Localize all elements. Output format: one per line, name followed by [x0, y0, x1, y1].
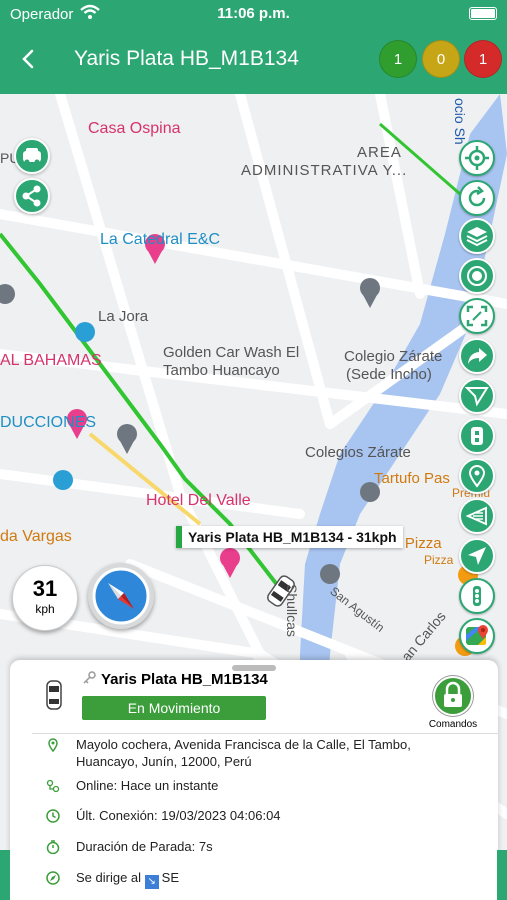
compass — [88, 563, 154, 629]
map-label: Tartufo Pas — [374, 470, 450, 487]
navigation-arrow-icon — [468, 547, 486, 565]
divider — [32, 733, 498, 734]
map-label: Colegios Zárate — [305, 444, 411, 461]
heading-text: Se dirige al ↘ SE — [76, 869, 426, 889]
crosshair-icon — [465, 146, 489, 170]
map-label: Colegio Zárate — [344, 348, 443, 365]
edge-decoration-left — [0, 850, 10, 900]
focus-frame-icon — [466, 305, 488, 327]
key-icon — [83, 671, 96, 684]
google-maps-icon — [466, 625, 488, 645]
speed-unit: kph — [35, 602, 55, 616]
page-title: Yaris Plata HB_M1B134 — [74, 47, 299, 70]
counter-badge-red[interactable]: 1 — [464, 40, 502, 78]
pin-icon — [468, 465, 486, 488]
share-location-button[interactable] — [459, 338, 495, 374]
center-location-button[interactable] — [459, 140, 495, 176]
send-icon — [465, 387, 489, 407]
counter-badge-yellow[interactable]: 0 — [422, 40, 460, 78]
send-button[interactable] — [459, 378, 495, 414]
refresh-button[interactable] — [459, 180, 495, 216]
map-label: AL BAHAMAS — [0, 352, 102, 369]
location-pin-icon — [48, 738, 58, 752]
focus-frame-button[interactable] — [459, 298, 495, 334]
battery-icon — [469, 7, 497, 20]
status-badge: En Movimiento — [82, 696, 266, 720]
traffic-button[interactable] — [459, 578, 495, 614]
compass-icon — [92, 567, 150, 625]
timer-button[interactable] — [459, 258, 495, 294]
map-label: Tambo Huancayo — [163, 362, 280, 379]
vehicle-list-button[interactable] — [14, 138, 50, 174]
map-label: Pizza — [424, 553, 454, 567]
counter-badge-green[interactable]: 1 — [379, 40, 417, 78]
car-top-view-icon — [46, 680, 62, 710]
heading-label: Se dirige al — [76, 870, 142, 885]
vehicle-name: Yaris Plata HB_M1B134 — [101, 671, 268, 688]
lock-icon — [444, 681, 462, 707]
last-connection-text: Últ. Conexión: 19/03/2023 04:06:04 — [76, 808, 281, 823]
heading-direction: SE — [161, 870, 180, 885]
stopwatch-icon — [46, 840, 60, 854]
street-view-icon — [471, 427, 483, 445]
traffic-light-icon — [473, 586, 481, 606]
map-label: DUCCIONES — [0, 414, 97, 431]
share-button[interactable] — [14, 178, 50, 214]
back-button[interactable] — [14, 44, 44, 74]
map-label: AREA — [357, 144, 402, 161]
map-label: ocio Sh — [452, 98, 468, 145]
refresh-icon — [468, 186, 486, 207]
edge-decoration-right — [497, 850, 507, 900]
map-label: La Catedral E&C — [100, 231, 221, 248]
pin-button[interactable] — [459, 458, 495, 494]
map-label: Hotel Del Valle — [146, 492, 251, 509]
speed-gauge: 31 kph — [12, 565, 78, 631]
status-bar: Operador 11:06 p.m. — [0, 0, 507, 28]
street-view-button[interactable] — [459, 418, 495, 454]
clock-icon — [46, 809, 60, 823]
navigate-button[interactable] — [459, 538, 495, 574]
vehicle-map-label[interactable]: Yaris Plata HB_M1B134 - 31kph — [176, 526, 403, 548]
timer-icon — [467, 266, 487, 286]
map-label: da Vargas — [0, 528, 72, 545]
map-label: Golden Car Wash El — [163, 344, 300, 361]
car-icon — [23, 148, 41, 165]
google-maps-button[interactable] — [459, 618, 495, 654]
map-label: ADMINISTRATIVA Y... — [241, 162, 408, 179]
layers-button[interactable] — [459, 218, 495, 254]
share-icon — [22, 185, 41, 207]
compass-small-icon — [46, 871, 60, 885]
stop-duration-text: Duración de Parada: 7s — [76, 839, 213, 854]
direction-arrow-icon: ↘ — [144, 875, 159, 889]
map-label: La Jora — [98, 308, 149, 325]
commands-label: Comandos — [428, 719, 478, 730]
speed-value: 31 — [32, 576, 58, 601]
app-header: Yaris Plata HB_M1B134 1 0 1 — [0, 28, 507, 94]
clock: 11:06 p.m. — [217, 5, 290, 22]
layers-icon — [466, 227, 488, 247]
commands-button[interactable] — [433, 676, 473, 716]
geofence-button[interactable] — [459, 498, 495, 534]
geofence-icon — [465, 506, 487, 526]
map-label: Casa Ospina — [88, 120, 181, 137]
address-row: Mayolo cochera, Avenida Francisca de la … — [46, 736, 426, 772]
map-label: (Sede Incho) — [346, 366, 432, 383]
map-label: Shullcas — [284, 584, 300, 637]
share-arrow-icon — [468, 348, 487, 364]
online-status-text: Online: Hace un instante — [76, 778, 219, 793]
vehicle-info-sheet[interactable]: Yaris Plata HB_M1B134 En Movimiento Coma… — [10, 660, 498, 900]
address-text: Mayolo cochera, Avenida Francisca de la … — [76, 737, 411, 769]
signal-icon — [46, 779, 60, 793]
